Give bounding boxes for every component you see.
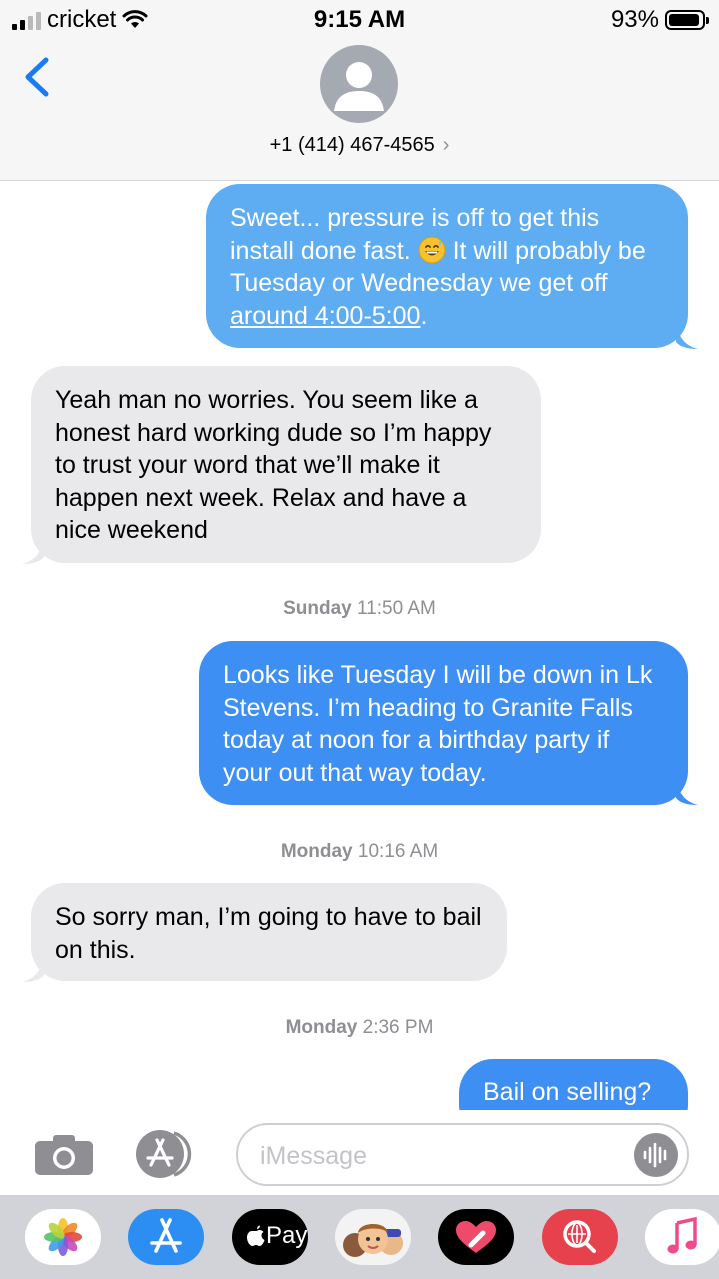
status-bar: cricket 9:15 AM 93% [0,0,719,40]
bubble-tail [676,322,698,349]
message-text: Bail on selling? [483,1078,652,1106]
photos-app-icon[interactable] [25,1209,101,1265]
received-message-bubble[interactable]: So sorry man, I’m going to have to bail … [31,883,507,981]
chevron-left-icon[interactable] [20,56,54,98]
message-timestamp: Sunday 11:50 AM [283,598,436,619]
apple-pay-app-icon[interactable]: Pay [232,1209,308,1265]
imessage-text-field[interactable] [236,1123,689,1186]
camera-icon[interactable] [33,1133,95,1177]
app-drawer: Pay [0,1195,719,1279]
contact-name[interactable]: +1 (414) 467-4565 › [0,134,719,157]
audio-waveform-icon[interactable] [634,1133,678,1177]
contact-number[interactable]: +1 (414) 467-4565 [270,134,435,156]
contact-avatar[interactable] [320,45,398,123]
image-search-app-icon[interactable] [542,1209,618,1265]
person-icon [334,62,384,111]
message-text: Looks like Tuesday I will be down in Lk … [223,661,653,787]
memoji-app-icon[interactable] [335,1209,411,1265]
battery-icon [665,10,709,30]
chevron-right-icon: › [442,134,450,156]
sent-message-bubble[interactable]: Looks like Tuesday I will be down in Lk … [199,641,688,805]
app-store-app-icon[interactable] [128,1209,204,1265]
conversation-header: cricket 9:15 AM 93% +1 (414) 467-4565 › [0,0,719,181]
music-app-icon[interactable] [645,1209,719,1265]
digital-touch-app-icon[interactable] [438,1209,514,1265]
battery-percent: 93% [610,6,659,33]
grinning-sweat-emoji-icon [418,236,446,263]
received-message-bubble[interactable]: Yeah man no worries. You seem like a hon… [31,366,541,563]
date-time-link[interactable]: around 4:00-5:00 [230,302,420,330]
message-timestamp: Monday 10:16 AM [280,841,439,862]
message-input[interactable] [260,1142,620,1171]
bubble-tail [22,955,44,982]
message-input-bar [0,1110,719,1195]
bubble-tail [22,537,44,564]
apple-pay-label: Pay [266,1222,308,1249]
message-timestamp: Monday 2:36 PM [285,1017,434,1038]
sent-message-bubble[interactable]: Sweet... pressure is off to get this ins… [206,184,688,348]
message-text: Yeah man no worries. You seem like a hon… [55,386,492,544]
bubble-tail [676,778,698,805]
message-text: So sorry man, I’m going to have to bail … [55,903,482,964]
app-store-icon[interactable] [134,1129,204,1179]
